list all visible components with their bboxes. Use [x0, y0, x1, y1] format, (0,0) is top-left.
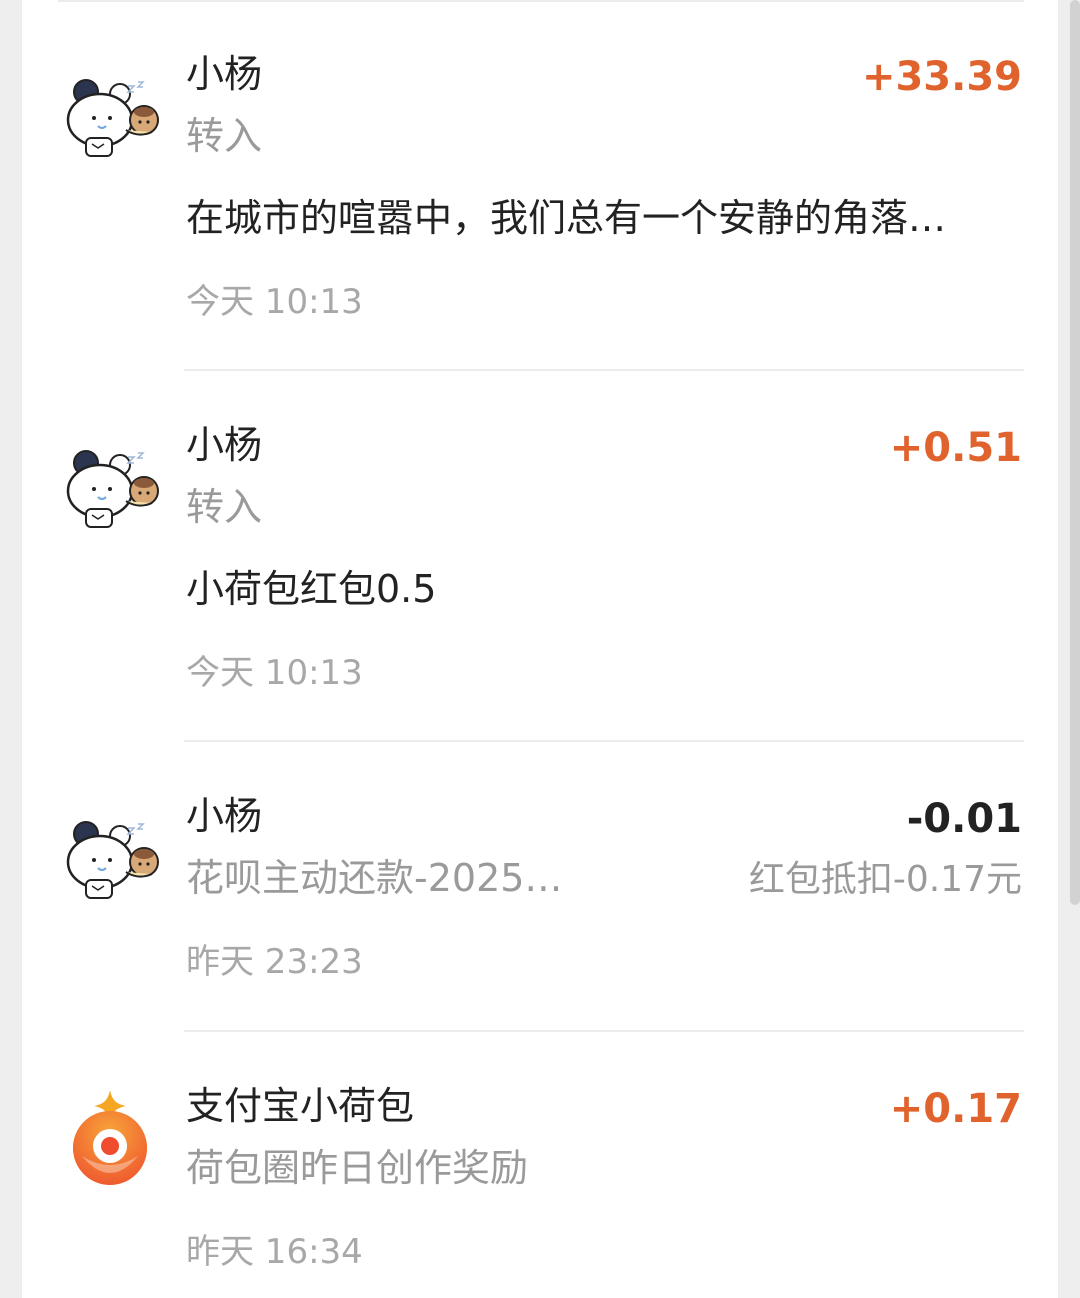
transaction-time: 昨天 16:34	[186, 1232, 363, 1272]
transaction-name: 小杨	[186, 794, 263, 838]
transaction-time: 昨天 23:23	[186, 942, 363, 982]
transaction-memo: 在城市的喧嚣中，我们总有一个安静的角落…	[186, 196, 947, 240]
transaction-name: 支付宝小荷包	[186, 1084, 415, 1128]
cartoon-bear-avatar-icon[interactable]	[64, 78, 164, 162]
transaction-amount: -0.01	[906, 796, 1022, 842]
alipay-pocket-logo-icon[interactable]	[70, 1090, 150, 1188]
transaction-amount: +0.51	[889, 425, 1022, 471]
transaction-row[interactable]: 小杨 转入 在城市的喧嚣中，我们总有一个安静的角落… 今天 10:13 +33.…	[0, 0, 1080, 370]
transaction-type: 荷包圈昨日创作奖励	[186, 1146, 529, 1190]
cartoon-bear-avatar-icon[interactable]	[64, 449, 164, 533]
transaction-memo: 小荷包红包0.5	[186, 567, 437, 611]
transaction-amount: +33.39	[861, 54, 1022, 100]
transaction-row[interactable]: 小杨 转入 小荷包红包0.5 今天 10:13 +0.51	[0, 371, 1080, 741]
transaction-amount: +0.17	[889, 1086, 1022, 1132]
transaction-name: 小杨	[186, 423, 263, 467]
transaction-type: 转入	[186, 485, 263, 529]
transaction-time: 今天 10:13	[186, 653, 363, 693]
transaction-row[interactable]: 小杨 花呗主动还款-2025… 昨天 23:23 -0.01 红包抵扣-0.17…	[0, 742, 1080, 1030]
transaction-name: 小杨	[186, 52, 263, 96]
transaction-time: 今天 10:13	[186, 282, 363, 322]
transaction-type: 花呗主动还款-2025…	[186, 856, 563, 900]
transaction-row[interactable]: 支付宝小荷包 荷包圈昨日创作奖励 昨天 16:34 +0.17	[0, 1032, 1080, 1298]
cartoon-bear-avatar-icon[interactable]	[64, 820, 164, 904]
transaction-type: 转入	[186, 114, 263, 158]
transaction-discount-note: 红包抵扣-0.17元	[748, 859, 1022, 900]
